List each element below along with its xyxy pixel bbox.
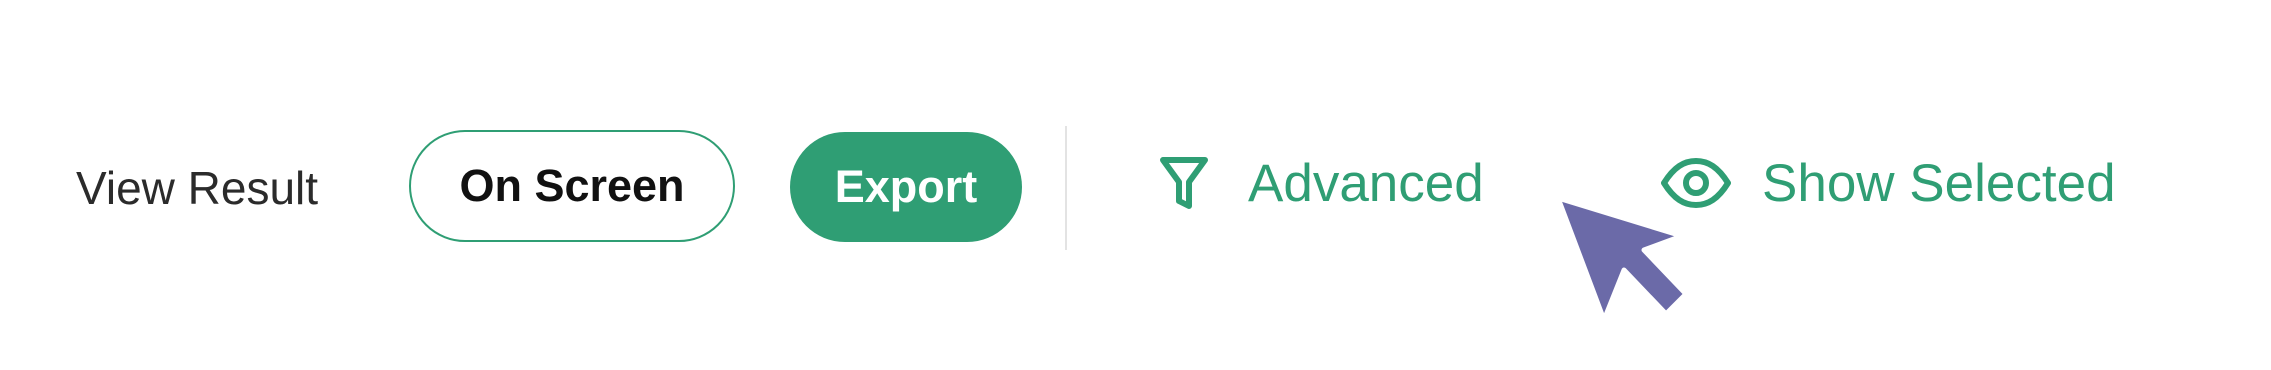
on-screen-button-label: On Screen — [459, 160, 685, 211]
on-screen-button[interactable]: On Screen — [409, 130, 735, 242]
show-selected-button-label: Show Selected — [1762, 153, 2116, 213]
show-selected-button[interactable]: Show Selected — [1660, 148, 2116, 218]
export-button[interactable]: Export — [790, 132, 1022, 242]
filter-icon — [1158, 154, 1210, 212]
toolbar-divider — [1065, 126, 1067, 250]
advanced-filter-button[interactable]: Advanced — [1158, 148, 1484, 218]
view-result-label: View Result — [76, 162, 319, 214]
advanced-button-label: Advanced — [1248, 153, 1484, 213]
view-result-toolbar: View Result On Screen Export Advanced Sh… — [0, 0, 2271, 370]
export-button-label: Export — [834, 161, 978, 212]
eye-icon — [1660, 157, 1732, 209]
